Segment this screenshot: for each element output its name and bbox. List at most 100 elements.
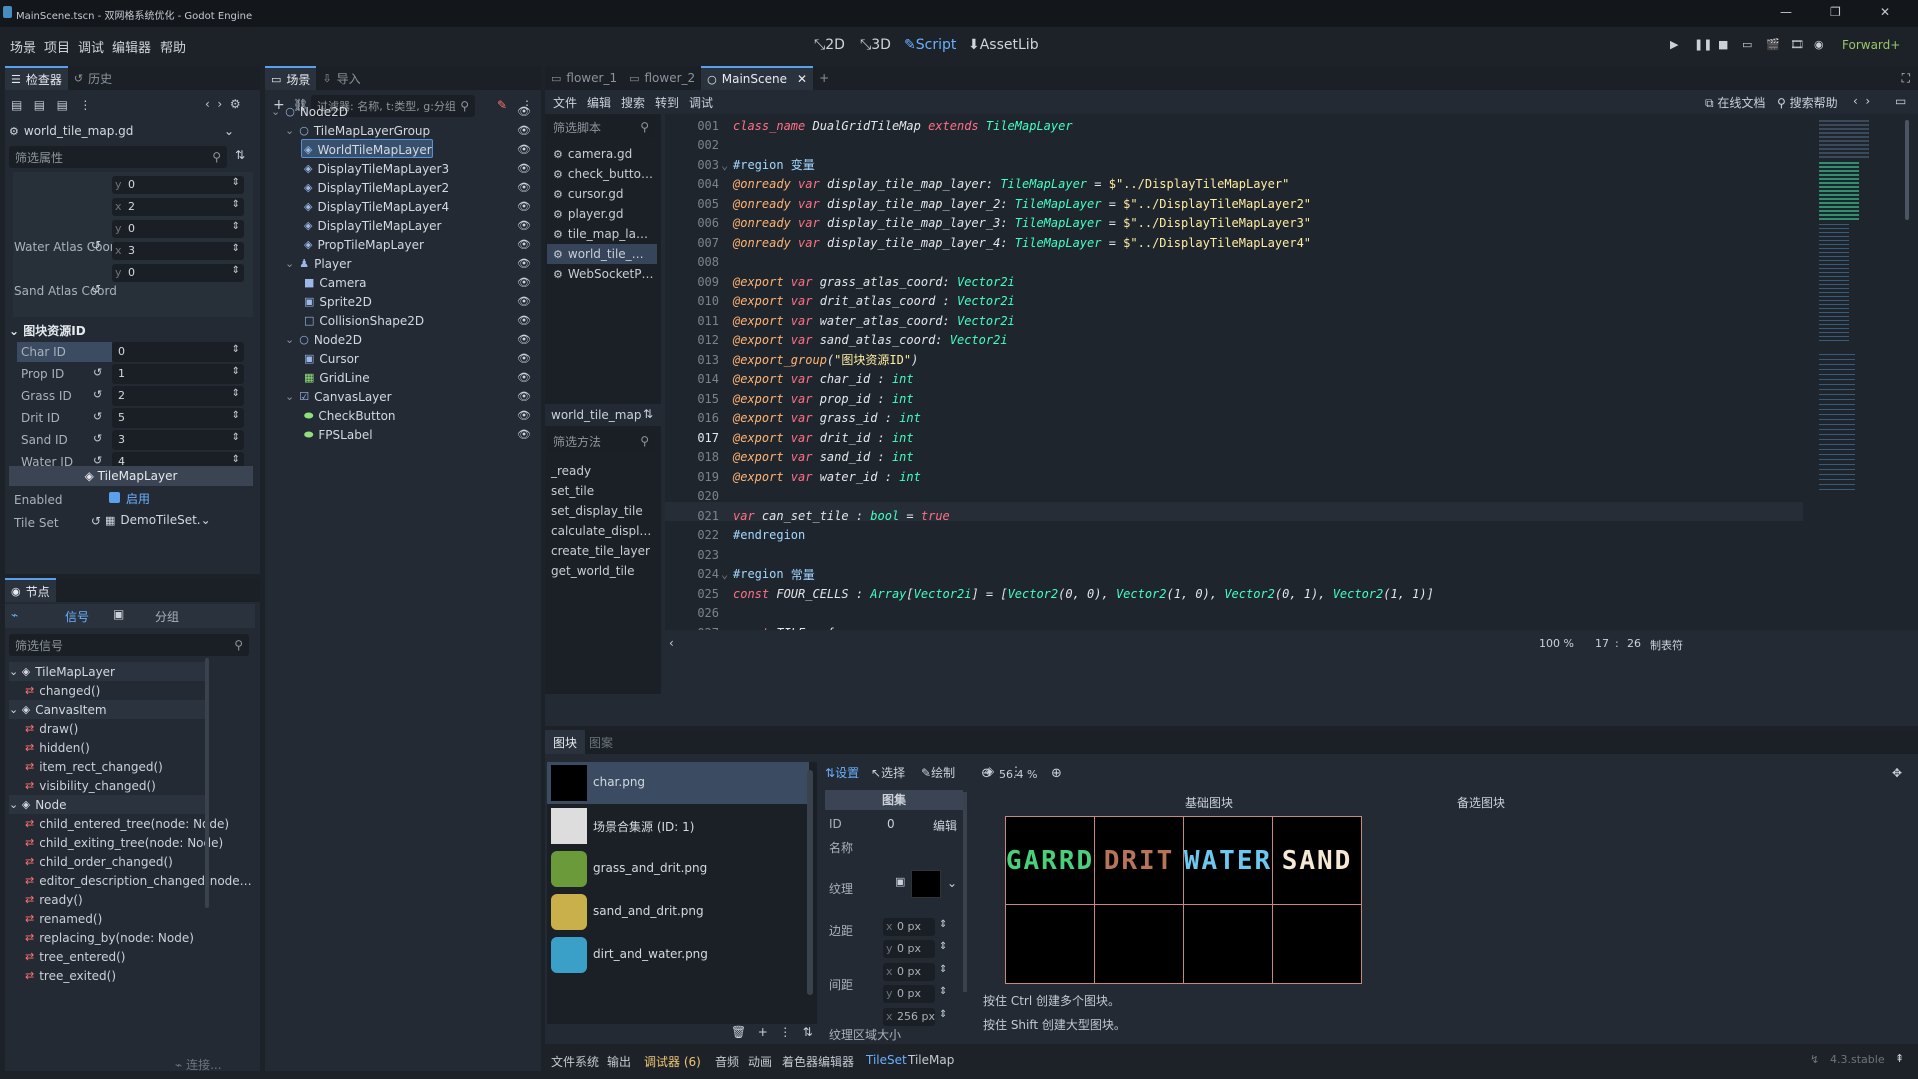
edit-id-button[interactable]: 编辑 xyxy=(933,817,957,834)
script-menu-file[interactable]: 文件 xyxy=(553,94,577,111)
fold-icon[interactable]: ⌄ xyxy=(721,567,733,581)
tab-setup[interactable]: ⇅设置 xyxy=(825,764,859,781)
spin-arrows-icon[interactable]: ⇕ xyxy=(232,366,240,377)
visibility-eye-icon[interactable]: 👁 xyxy=(517,371,531,384)
xy-field[interactable]: x 0 px xyxy=(883,963,935,981)
visibility-eye-icon[interactable]: 👁 xyxy=(517,181,531,194)
scene-node[interactable]: ◈ WorldTileMapLayer xyxy=(299,140,432,159)
open-icon[interactable]: ▤ xyxy=(34,98,45,112)
tab-patterns[interactable]: 图案 xyxy=(589,734,613,751)
signal-item[interactable]: ⇄ child_entered_tree(node: Node) xyxy=(25,814,229,833)
tab-node[interactable]: ◉ 节点 xyxy=(5,578,56,602)
visibility-eye-icon[interactable]: 👁 xyxy=(517,333,531,346)
signal-item[interactable]: ⇄ hidden() xyxy=(25,738,90,757)
visibility-eye-icon[interactable]: 👁 xyxy=(517,409,531,422)
tab-signals[interactable]: 信号 xyxy=(65,608,89,625)
scene-node[interactable]: ▦ GridLine xyxy=(299,368,370,387)
spin-arrows-icon[interactable]: ⇕ xyxy=(232,177,240,188)
spin-arrows-icon[interactable]: ⇕ xyxy=(232,265,240,276)
bottom-tab-7[interactable]: TileMap xyxy=(908,1053,954,1067)
remote-debug-icon[interactable]: ▭ xyxy=(1742,38,1752,51)
signal-item[interactable]: ⇄ replacing_by(node: Node) xyxy=(25,928,194,947)
tab-history[interactable]: ↺ 历史 xyxy=(68,66,118,90)
script-menu-goto[interactable]: 转到 xyxy=(655,94,679,111)
method-item[interactable]: set_tile xyxy=(551,484,594,504)
empty-atlas-tile[interactable] xyxy=(1094,904,1184,984)
scene-node[interactable]: □ CollisionShape2D xyxy=(299,311,424,330)
property-filter-input[interactable]: 筛选属性 ⚲ xyxy=(9,146,227,168)
spin-arrows-icon[interactable]: ⇕ xyxy=(939,919,947,930)
scene-node[interactable]: ⬬ FPSLabel xyxy=(299,425,373,444)
zoom-in-icon[interactable]: ⊕ xyxy=(1051,766,1062,781)
tile-source-item[interactable]: dirt_and_water.png xyxy=(547,934,809,976)
menu-project[interactable]: 项目 xyxy=(44,37,70,56)
script-item[interactable]: ⚙ cursor.gd xyxy=(553,184,624,204)
id-value-field[interactable]: 0 ⇕ xyxy=(112,342,244,362)
script-menu-debug[interactable]: 调试 xyxy=(689,94,713,111)
tileset-resource-picker[interactable]: ▦ DemoTileSet. ⌄ xyxy=(105,510,211,530)
visibility-eye-icon[interactable]: 👁 xyxy=(517,219,531,232)
visibility-eye-icon[interactable]: 👁 xyxy=(517,276,531,289)
revert-icon[interactable]: ↺ xyxy=(91,238,101,252)
bottom-tab-4[interactable]: 动画 xyxy=(748,1053,772,1070)
menu-debug[interactable]: 调试 xyxy=(78,37,104,56)
tab-mainscene[interactable]: ○ MainScene ✕ xyxy=(701,66,814,90)
visibility-eye-icon[interactable]: 👁 xyxy=(517,257,531,270)
spin-arrows-icon[interactable]: ⇕ xyxy=(232,199,240,210)
online-docs-button[interactable]: ⧉ 在线文档 xyxy=(1705,94,1765,111)
spin-arrows-icon[interactable]: ⇕ xyxy=(232,388,240,399)
settings-scrollbar[interactable] xyxy=(963,792,967,992)
spin-arrows-icon[interactable]: ⇕ xyxy=(232,432,240,443)
scene-node[interactable]: ⌄ ☑ CanvasLayer xyxy=(285,387,392,406)
empty-atlas-tile[interactable] xyxy=(1005,904,1095,984)
mode-3d[interactable]: ⤡3D xyxy=(860,37,891,53)
coord-field[interactable]: x 3 ⇕ xyxy=(112,242,244,260)
add-icon[interactable]: + xyxy=(758,1025,768,1039)
visibility-eye-icon[interactable]: 👁 xyxy=(517,314,531,327)
scene-node[interactable]: ⌄ ○ Node2D xyxy=(271,102,348,121)
empty-atlas-tile[interactable] xyxy=(1272,904,1362,984)
maximize-button[interactable]: ❐ xyxy=(1830,5,1841,19)
tile-source-item[interactable]: grass_and_drit.png xyxy=(547,848,809,890)
signal-item[interactable]: ⇄ draw() xyxy=(25,719,78,738)
new-tab-button[interactable]: + xyxy=(813,66,835,90)
tile-source-item[interactable]: char.png xyxy=(547,762,809,804)
zoom-out-icon[interactable]: ⊖ xyxy=(981,766,992,781)
script-item[interactable]: ⚙ check_butto… xyxy=(553,164,653,184)
script-item[interactable]: ⚙ world_tile_… xyxy=(553,244,644,264)
tab-scene[interactable]: ▭ 场景 xyxy=(265,66,317,90)
coord-field[interactable]: x 2 ⇕ xyxy=(112,198,244,216)
method-item[interactable]: set_display_tile xyxy=(551,504,643,524)
menu-editor[interactable]: 编辑器 xyxy=(112,37,151,56)
tilemaplayer-section[interactable]: ◈ TileMapLayer xyxy=(9,466,253,486)
atlas-tile[interactable]: SAND xyxy=(1272,816,1362,905)
visibility-eye-icon[interactable]: 👁 xyxy=(517,162,531,175)
atlas-view[interactable]: ⊖ 56.4 % ⊕ ✥ 基础图块 备选图块 GARRD DRIT WATER SAN… xyxy=(977,766,1907,1032)
toggle-panel-icon[interactable]: ▭ xyxy=(1895,94,1906,108)
code-minimap[interactable] xyxy=(1813,114,1903,630)
scene-node[interactable]: ⬬ CheckButton xyxy=(299,406,396,425)
pause-button[interactable]: ❚❚ xyxy=(1694,38,1712,51)
texture-preview[interactable] xyxy=(911,870,941,898)
more-icon[interactable]: ⋮ xyxy=(779,1025,791,1039)
script-filter-input[interactable]: 筛选脚本 ⚲ xyxy=(547,116,655,138)
pin-icon[interactable]: ⇞ xyxy=(1895,1052,1904,1065)
signal-item[interactable]: ⇄ editor_description_changed(node… xyxy=(25,871,252,890)
fold-icon[interactable]: ⌄ xyxy=(721,158,733,172)
visibility-eye-icon[interactable]: 👁 xyxy=(517,295,531,308)
script-item[interactable]: ⚙ tile_map_la… xyxy=(553,224,648,244)
spin-arrows-icon[interactable]: ⇕ xyxy=(232,221,240,232)
movie-maker-icon[interactable]: ◉ xyxy=(1814,38,1824,51)
code-scrollbar[interactable] xyxy=(1905,120,1909,220)
id-value-field[interactable]: 2 ⇕ xyxy=(112,386,244,406)
minimize-button[interactable]: — xyxy=(1780,5,1792,19)
revert-icon[interactable]: ↺ xyxy=(93,366,102,379)
code-area[interactable]: 001 class_name DualGridTileMap extends Ti… xyxy=(665,114,1918,630)
id-value-field[interactable]: 5 ⇕ xyxy=(112,408,244,428)
mode-assetlib[interactable]: ⬇AssetLib xyxy=(968,37,1039,53)
signal-class-header[interactable]: ⌄ ◈ TileMapLayer xyxy=(9,662,205,681)
signal-scrollbar[interactable] xyxy=(205,658,209,908)
signal-item[interactable]: ⇄ renamed() xyxy=(25,909,102,928)
signal-item[interactable]: ⇄ item_rect_changed() xyxy=(25,757,163,776)
new-resource-icon[interactable]: ▤ xyxy=(11,98,22,112)
